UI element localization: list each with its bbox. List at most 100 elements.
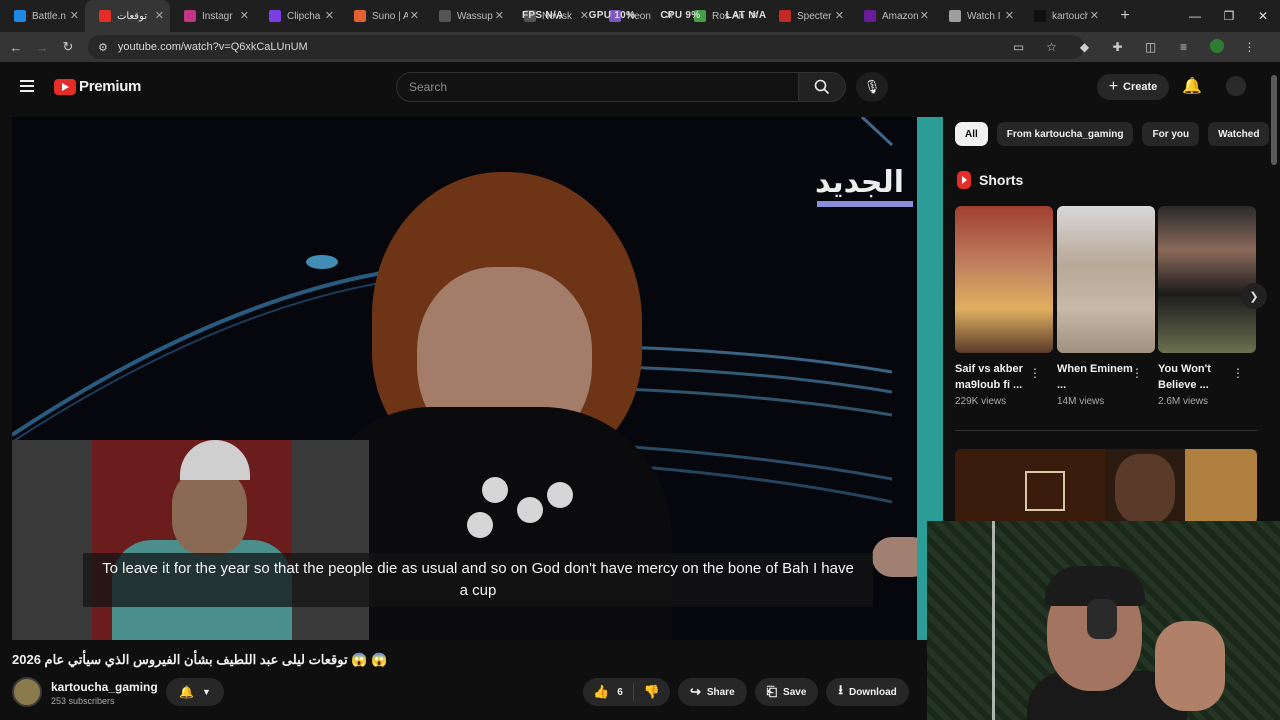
short-views: 14M views <box>1057 396 1105 407</box>
browser-tab[interactable]: Wassup ✕ <box>425 0 510 32</box>
browser-menu-icon[interactable]: ⋮ <box>1233 40 1266 54</box>
recommended-video-thumbnail[interactable] <box>955 449 1257 524</box>
share-button[interactable]: ↪ Share <box>677 678 747 706</box>
site-info-icon[interactable]: ⚙ <box>98 41 108 54</box>
toolbar-icons: ▭ ☆ ◆ ✚ ◫ ≡ ⋮ <box>1002 32 1266 62</box>
clipchamp-icon <box>269 10 281 22</box>
close-tab-icon[interactable]: ✕ <box>240 9 249 22</box>
search-input[interactable] <box>396 72 799 102</box>
short-thumbnail[interactable] <box>1057 206 1155 353</box>
hamburger-menu-icon[interactable] <box>20 80 34 92</box>
short-title[interactable]: Saif vs akber ma9loub fi ... <box>955 361 1035 393</box>
create-label: Create <box>1123 81 1158 93</box>
tab-label: توقعات <box>117 10 148 22</box>
share-icon: ↪ <box>689 684 701 699</box>
browser-tab[interactable]: Watch I ✕ <box>935 0 1020 32</box>
amazon-icon <box>864 10 876 22</box>
subscriber-count: 253 subscribers <box>51 696 115 706</box>
instagram-icon <box>184 10 196 22</box>
browser-tab[interactable]: Clipcha ✕ <box>255 0 340 32</box>
create-button[interactable]: + Create <box>1097 74 1169 100</box>
bookmark-star-icon[interactable]: ☆ <box>1035 40 1068 54</box>
new-tab-button[interactable]: + <box>1113 7 1137 25</box>
short-card[interactable]: When Eminem ... 14M views ⋮ <box>1057 206 1155 407</box>
subscription-bell-button[interactable]: 🔔 ▼ <box>166 678 224 706</box>
page-scrollbar[interactable] <box>1271 75 1277 165</box>
more-options-icon[interactable]: ⋮ <box>1029 366 1041 380</box>
close-tab-icon[interactable]: ✕ <box>410 9 419 22</box>
search-button[interactable] <box>798 72 846 102</box>
browser-tab[interactable]: kartouch ✕ <box>1020 0 1105 32</box>
browser-tab[interactable]: Amazon ✕ <box>850 0 935 32</box>
section-divider <box>955 430 1257 431</box>
window-controls: — ❐ ✕ <box>1178 0 1280 32</box>
download-icon: ⭳ <box>838 682 843 697</box>
extension-icon[interactable]: ◆ <box>1068 40 1101 54</box>
short-card[interactable]: You Won't Believe ... 2.6M views ⋮ <box>1158 206 1256 407</box>
save-label: Save <box>783 686 807 698</box>
account-avatar[interactable] <box>1226 76 1246 96</box>
like-dislike-group: 👍 6 👎 <box>583 678 670 706</box>
facecam-overlay <box>12 440 369 640</box>
profile-icon[interactable] <box>1200 38 1233 56</box>
browser-tab[interactable]: Battle.n ✕ <box>0 0 85 32</box>
download-label: Download <box>848 686 897 698</box>
save-button[interactable]: ⎗ Save <box>754 678 819 706</box>
thumbs-down-icon: 👎 <box>643 684 660 699</box>
like-button[interactable]: 👍 6 <box>583 683 634 701</box>
chevron-right-icon[interactable]: ❯ <box>1241 283 1267 309</box>
browser-tab[interactable]: Instagr ✕ <box>170 0 255 32</box>
short-title[interactable]: When Eminem ... <box>1057 361 1137 393</box>
tab-label: Watch I <box>967 10 1001 22</box>
short-title[interactable]: You Won't Believe ... <box>1158 361 1238 393</box>
dress-flower <box>517 497 543 523</box>
tab-label: Battle.n <box>32 10 66 22</box>
video-player[interactable]: الجديد To leave it for the year so that … <box>12 117 943 640</box>
close-tab-icon[interactable]: ✕ <box>155 9 164 22</box>
back-icon[interactable]: ← <box>3 40 29 55</box>
short-thumbnail[interactable] <box>955 206 1053 353</box>
install-app-icon[interactable]: ▭ <box>1002 40 1035 54</box>
browser-tab[interactable]: Suno | A ✕ <box>340 0 425 32</box>
tab-label: Wassup <box>457 10 493 22</box>
forward-icon[interactable]: → <box>29 40 55 55</box>
channel-avatar[interactable] <box>12 677 42 707</box>
notifications-bell-icon[interactable]: 🔔 <box>1182 76 1202 96</box>
short-thumbnail[interactable] <box>1158 206 1256 353</box>
chip-watched[interactable]: Watched <box>1208 122 1270 146</box>
microphone-icon[interactable]: 🎙 <box>856 72 888 102</box>
reload-icon[interactable]: ↻ <box>55 39 81 55</box>
tab-label: Suno | A <box>372 10 408 22</box>
chip-from-channel[interactable]: From kartoucha_gaming <box>996 122 1134 146</box>
more-options-icon[interactable]: ⋮ <box>1131 366 1143 380</box>
close-window-button[interactable]: ✕ <box>1246 0 1280 32</box>
browser-tab[interactable]: توقعات ✕ <box>85 0 170 32</box>
close-tab-icon[interactable]: ✕ <box>920 9 929 22</box>
close-tab-icon[interactable]: ✕ <box>70 9 79 22</box>
dislike-button[interactable]: 👎 <box>634 684 670 700</box>
extensions-puzzle-icon[interactable]: ✚ <box>1101 40 1134 54</box>
tab-label: Instagr <box>202 10 233 22</box>
close-tab-icon[interactable]: ✕ <box>1090 9 1099 22</box>
chip-for-you[interactable]: For you <box>1142 122 1200 146</box>
close-tab-icon[interactable]: ✕ <box>835 9 844 22</box>
close-tab-icon[interactable]: ✕ <box>1005 9 1014 22</box>
restore-button[interactable]: ❐ <box>1212 0 1246 32</box>
address-bar[interactable]: ⚙ youtube.com/watch?v=Q6xkCaLUnUM <box>88 35 1084 59</box>
channel-name[interactable]: kartoucha_gaming <box>51 680 158 694</box>
more-options-icon[interactable]: ⋮ <box>1232 366 1244 380</box>
watch-icon <box>949 10 961 22</box>
close-tab-icon[interactable]: ✕ <box>325 9 334 22</box>
chip-all[interactable]: All <box>955 122 988 146</box>
tiktok-icon <box>1034 10 1046 22</box>
thumb-right-panel <box>1185 449 1257 524</box>
minimize-button[interactable]: — <box>1178 0 1212 32</box>
download-button[interactable]: ⭳ Download <box>826 678 909 706</box>
shorts-icon <box>957 171 971 189</box>
youtube-logo[interactable]: Premium <box>54 78 141 95</box>
media-icon[interactable]: ≡ <box>1167 40 1200 54</box>
url-text[interactable]: youtube.com/watch?v=Q6xkCaLUnUM <box>118 41 308 53</box>
short-card[interactable]: Saif vs akber ma9loub fi ... 229K views … <box>955 206 1053 407</box>
split-view-icon[interactable]: ◫ <box>1134 40 1167 54</box>
close-tab-icon[interactable]: ✕ <box>495 9 504 22</box>
